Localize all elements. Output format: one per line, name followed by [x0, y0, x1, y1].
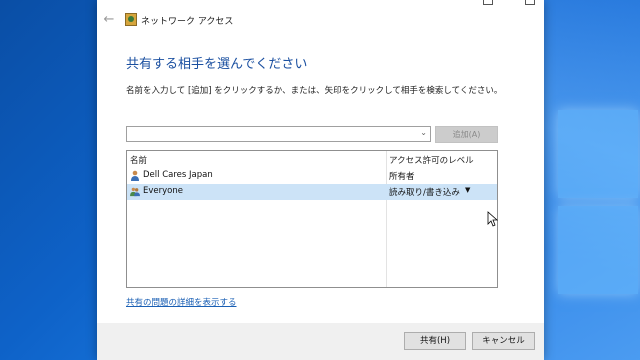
network-access-dialog: ← ネットワーク アクセス 共有する相手を選んでください 名前を入力して [追加…	[97, 0, 544, 360]
close-edge[interactable]	[525, 0, 535, 5]
chevron-down-icon[interactable]: ⌄	[420, 128, 427, 137]
permission-level: 所有者	[389, 172, 415, 182]
user-name: Dell Cares Japan	[143, 170, 213, 180]
dropdown-arrow-icon[interactable]: ▼	[465, 186, 470, 194]
column-header-name[interactable]: 名前	[130, 154, 147, 166]
user-name-combobox[interactable]: ⌄	[126, 126, 431, 142]
user-name: Everyone	[143, 186, 183, 196]
window-title: ネットワーク アクセス	[141, 17, 234, 27]
windows-logo-wallpaper	[550, 110, 640, 300]
sharing-help-link[interactable]: 共有の問題の詳細を表示する	[126, 296, 237, 308]
list-item[interactable]: Dell Cares Japan 所有者	[127, 168, 497, 184]
title-bar: ← ネットワーク アクセス	[97, 0, 544, 42]
cancel-button[interactable]: キャンセル	[472, 332, 535, 350]
minimize-edge[interactable]	[483, 0, 493, 5]
column-header-permission[interactable]: アクセス許可のレベル	[389, 154, 474, 166]
share-button[interactable]: 共有(H)	[404, 332, 466, 350]
group-icon	[130, 187, 140, 197]
page-heading: 共有する相手を選んでください	[126, 57, 308, 72]
mouse-pointer-icon	[487, 211, 499, 227]
instruction-text: 名前を入力して [追加] をクリックするか、または、矢印をクリックして相手を検索…	[126, 86, 503, 96]
back-arrow-icon[interactable]: ←	[101, 12, 117, 28]
dialog-footer: 共有(H) キャンセル	[97, 323, 544, 360]
share-user-list: 名前 アクセス許可のレベル Dell Cares Japan 所有者 Every…	[126, 150, 498, 288]
permission-level-dropdown[interactable]: 読み取り/書き込み	[389, 186, 460, 198]
add-button[interactable]: 追加(A)	[435, 126, 498, 143]
user-icon	[131, 170, 139, 181]
network-share-icon	[125, 13, 137, 26]
list-item-selected[interactable]: Everyone 読み取り/書き込み ▼	[127, 184, 497, 200]
